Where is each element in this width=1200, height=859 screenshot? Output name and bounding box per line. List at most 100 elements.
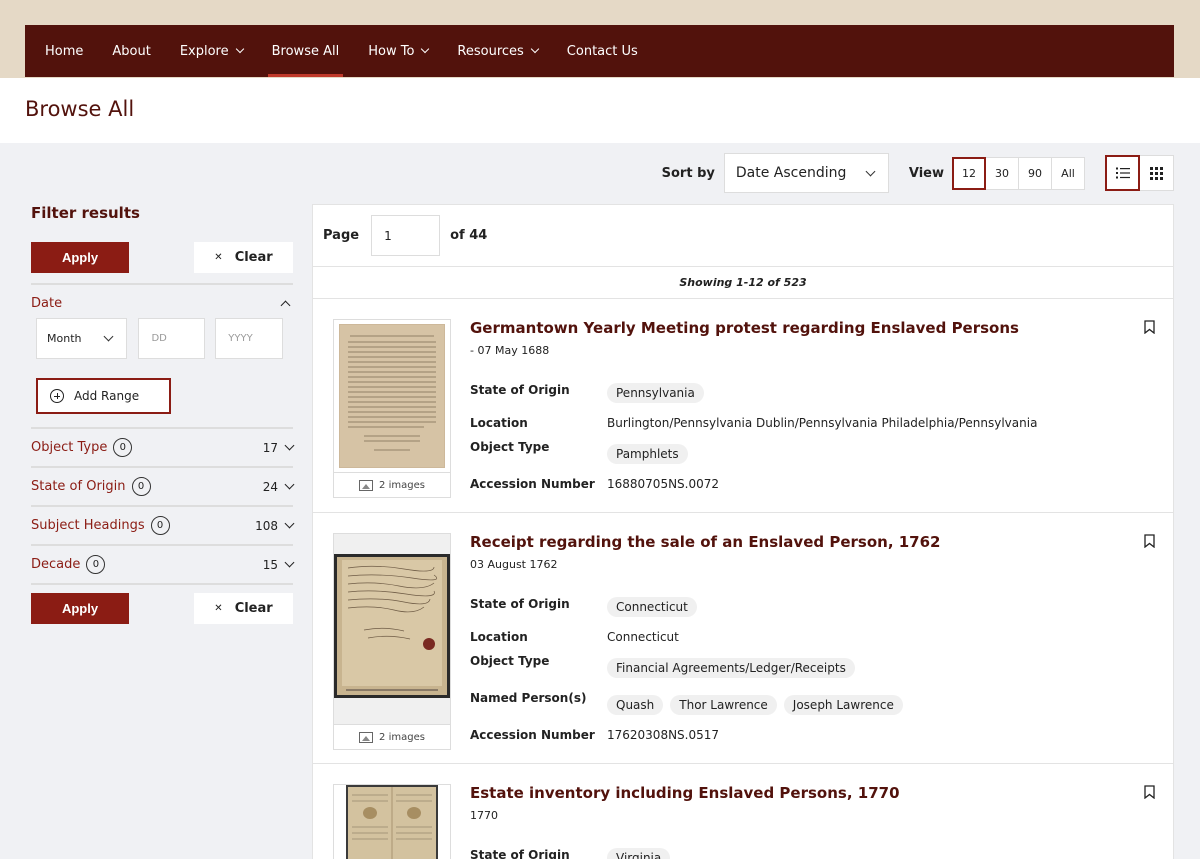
result-title[interactable]: Germantown Yearly Meeting protest regard… xyxy=(470,319,1019,337)
bookmark-icon[interactable] xyxy=(1144,785,1155,799)
tag-chip[interactable]: Pennsylvania xyxy=(607,383,704,403)
filter-object-type[interactable]: Object Type 0 17 xyxy=(31,429,295,466)
page-input[interactable]: 1 xyxy=(371,215,441,256)
document-image xyxy=(339,324,445,468)
day-input[interactable]: DD xyxy=(138,318,206,359)
nav-home[interactable]: Home xyxy=(45,25,83,77)
sort-value: Date Ascending xyxy=(735,165,847,181)
bookmark-icon[interactable] xyxy=(1144,320,1155,334)
chevron-down-icon xyxy=(235,44,244,54)
bookmark-icon[interactable] xyxy=(1144,534,1155,548)
tag-chip[interactable]: Joseph Lawrence xyxy=(783,695,903,715)
chevron-up-icon xyxy=(280,300,291,311)
chevron-down-icon xyxy=(421,44,430,54)
thumbnail[interactable] xyxy=(333,784,451,859)
object-type-value: Pamphlets xyxy=(607,444,695,464)
list-view-button[interactable] xyxy=(1105,155,1140,191)
accession-value: 16880705NS.0072 xyxy=(607,477,720,491)
sort-label: Sort by xyxy=(661,165,715,181)
filter-sidebar: Filter results Apply ✕ Clear Date Month D… xyxy=(31,200,295,624)
pagination: Page 1 of 44 xyxy=(313,205,1173,267)
divider xyxy=(31,583,293,585)
field-label: Object Type xyxy=(470,440,550,454)
title-bar: Browse All xyxy=(0,78,1200,143)
result-card: 2 images Receipt regarding the sale of a… xyxy=(313,513,1173,764)
filter-actions-top: Apply ✕ Clear xyxy=(31,242,293,273)
thumbnail[interactable]: 2 images xyxy=(333,319,451,498)
filter-decade[interactable]: Decade 0 15 xyxy=(31,546,295,583)
nav-how-to[interactable]: How To xyxy=(368,25,430,77)
chevron-down-icon xyxy=(284,518,295,529)
tag-chip[interactable]: Quash xyxy=(607,695,664,715)
grid-icon xyxy=(1150,166,1163,180)
view-90-button[interactable]: 90 xyxy=(1018,156,1052,190)
apply-button[interactable]: Apply xyxy=(31,593,129,624)
field-label: Named Person(s) xyxy=(470,691,587,705)
result-title[interactable]: Estate inventory including Enslaved Pers… xyxy=(470,784,900,802)
result-card: 2 images Germantown Yearly Meeting prote… xyxy=(313,299,1173,513)
page-total: of 44 xyxy=(450,228,488,243)
document-image xyxy=(334,554,450,698)
state-of-origin-value: Pennsylvania xyxy=(607,383,711,403)
plus-circle-icon xyxy=(50,389,64,403)
field-label: Accession Number xyxy=(470,728,595,742)
page-title: Browse All xyxy=(25,97,135,121)
view-all-button[interactable]: All xyxy=(1051,156,1085,190)
chevron-down-icon xyxy=(104,331,114,342)
tag-chip[interactable]: Pamphlets xyxy=(607,444,688,464)
filter-state-of-origin[interactable]: State of Origin 0 24 xyxy=(31,468,295,505)
tag-chip[interactable]: Thor Lawrence xyxy=(670,695,777,715)
selected-count-badge: 0 xyxy=(150,516,170,535)
nav-about[interactable]: About xyxy=(112,25,150,77)
option-count: 17 xyxy=(262,440,278,455)
result-card: Estate inventory including Enslaved Pers… xyxy=(313,764,1173,859)
sort-toolbar: Sort by Date Ascending View 12 30 90 All xyxy=(662,153,1174,193)
chevron-down-icon xyxy=(284,440,295,451)
selected-count-badge: 0 xyxy=(113,438,133,457)
field-label: Location xyxy=(470,416,528,430)
image-count: 2 images xyxy=(334,724,450,749)
filter-subject-headings[interactable]: Subject Headings 0 108 xyxy=(31,507,295,544)
page-label: Page xyxy=(323,228,360,243)
list-icon xyxy=(1115,167,1130,179)
filter-actions-bottom: Apply ✕ Clear xyxy=(31,593,293,624)
results-count: Showing 1-12 of 523 xyxy=(313,267,1173,299)
close-icon: ✕ xyxy=(214,603,223,614)
date-inputs: Month DD YYYY xyxy=(36,318,293,359)
chevron-down-icon xyxy=(865,166,876,176)
state-of-origin-value: Connecticut xyxy=(607,597,704,617)
field-label: State of Origin xyxy=(470,848,570,859)
date-filter-header[interactable]: Date xyxy=(31,285,293,322)
chevron-down-icon xyxy=(530,44,540,54)
view-30-button[interactable]: 30 xyxy=(985,156,1019,190)
thumbnail[interactable]: 2 images xyxy=(333,533,451,750)
sort-select[interactable]: Date Ascending xyxy=(723,153,889,193)
clear-button[interactable]: ✕ Clear xyxy=(194,593,293,624)
result-title[interactable]: Receipt regarding the sale of an Enslave… xyxy=(470,533,941,551)
nav-browse-all[interactable]: Browse All xyxy=(267,25,343,77)
nav-resources[interactable]: Resources xyxy=(457,25,540,77)
tag-chip[interactable]: Virginia xyxy=(607,848,671,859)
results-panel: Page 1 of 44 Showing 1-12 of 523 2 image… xyxy=(312,204,1174,859)
date-filter-label: Date xyxy=(31,296,63,311)
accession-value: 17620308NS.0517 xyxy=(607,728,720,742)
nav-contact-us[interactable]: Contact Us xyxy=(567,25,638,77)
close-icon: ✕ xyxy=(214,252,223,263)
nav-explore[interactable]: Explore xyxy=(180,25,244,77)
view-12-button[interactable]: 12 xyxy=(952,156,986,190)
tag-chip[interactable]: Financial Agreements/Ledger/Receipts xyxy=(607,658,855,678)
view-count-group: 12 30 90 All xyxy=(952,156,1085,190)
field-label: Object Type xyxy=(470,654,550,668)
option-count: 24 xyxy=(262,479,278,494)
grid-view-button[interactable] xyxy=(1139,155,1174,191)
month-select[interactable]: Month xyxy=(36,318,128,359)
image-icon xyxy=(359,731,374,743)
tag-chip[interactable]: Connecticut xyxy=(607,597,697,617)
chevron-down-icon xyxy=(284,479,295,490)
field-label: State of Origin xyxy=(470,597,570,611)
apply-button[interactable]: Apply xyxy=(31,242,129,273)
location-value: Connecticut xyxy=(607,630,679,644)
year-input[interactable]: YYYY xyxy=(215,318,283,359)
clear-button[interactable]: ✕ Clear xyxy=(194,242,293,273)
add-range-button[interactable]: Add Range xyxy=(36,378,171,414)
